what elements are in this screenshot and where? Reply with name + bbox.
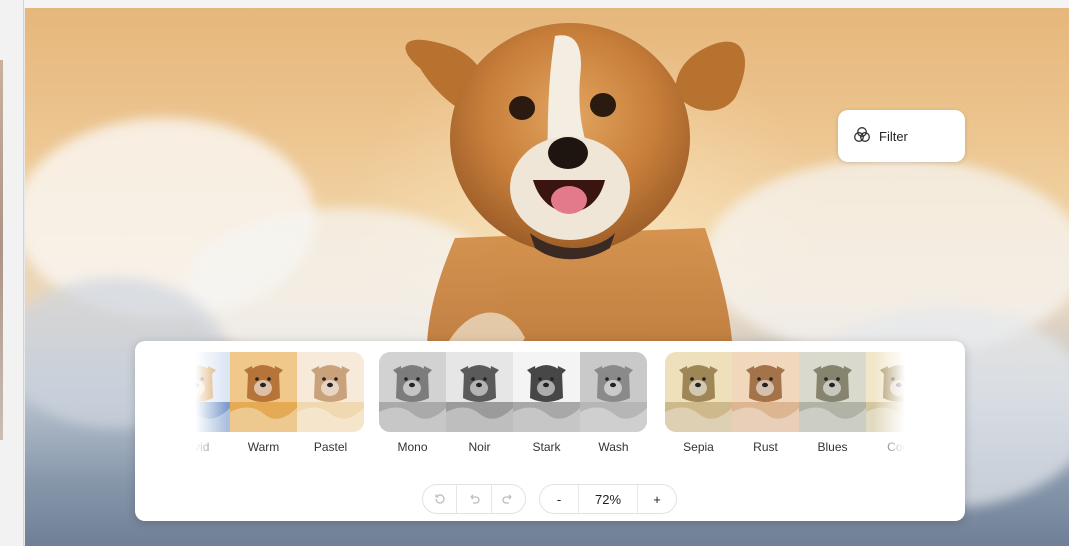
zoom-in-button[interactable]: + xyxy=(638,485,676,513)
revert-icon xyxy=(435,494,445,504)
filter-thumb-noir[interactable] xyxy=(446,352,513,432)
filter-group xyxy=(195,352,364,432)
redo-button[interactable] xyxy=(492,485,525,513)
filter-label: Noir xyxy=(468,440,491,454)
filter-label: Warm xyxy=(247,440,280,454)
filter-label: Stark xyxy=(532,440,561,454)
filter-label: Rust xyxy=(753,440,778,454)
panel-controls: - 72% + xyxy=(135,484,965,514)
redo-icon xyxy=(502,494,512,504)
left-panel-thumbnail-edge xyxy=(0,60,3,440)
filter-thumb-pastel[interactable] xyxy=(297,352,364,432)
filter-thumb-wash[interactable] xyxy=(580,352,647,432)
filter-label: Wash xyxy=(598,440,629,454)
filter-label: Mono xyxy=(397,440,428,454)
filter-label: Pastel xyxy=(313,440,348,454)
filter-group xyxy=(665,352,905,432)
filter-chip-label: Filter xyxy=(879,128,908,144)
filter-label: Blues xyxy=(817,440,848,454)
filters-panel: Vivid Warm Pastel Mono Noir Stark Wash xyxy=(135,341,965,521)
filter-thumb-rust[interactable] xyxy=(732,352,799,432)
filter-thumb-blues[interactable] xyxy=(799,352,866,432)
filter-label: Sepia xyxy=(683,440,714,454)
filter-strip[interactable]: Vivid Warm Pastel Mono Noir Stark Wash xyxy=(195,352,905,457)
zoom-out-button[interactable]: - xyxy=(540,485,578,513)
filter-thumb-mono[interactable] xyxy=(379,352,446,432)
filter-thumb-warm[interactable] xyxy=(230,352,297,432)
filter-group xyxy=(379,352,647,432)
revert-button[interactable] xyxy=(423,485,456,513)
filter-tool-chip[interactable]: Filter xyxy=(838,110,965,162)
filter-thumb-stark[interactable] xyxy=(513,352,580,432)
filter-thumb-sepia[interactable] xyxy=(665,352,732,432)
filter-circles-icon xyxy=(852,125,872,148)
history-controls xyxy=(422,484,526,514)
left-panel-edge xyxy=(0,0,24,546)
undo-icon xyxy=(470,494,480,504)
photo-canvas[interactable]: Filter Vivid Warm Pastel Mono Noir Stark Wash xyxy=(25,8,1069,546)
zoom-level: 72% xyxy=(594,491,622,507)
filter-thumb-vivid[interactable] xyxy=(195,352,230,432)
filter-thumb-cool[interactable] xyxy=(866,352,905,432)
top-bar xyxy=(24,0,1069,8)
undo-button[interactable] xyxy=(457,485,490,513)
filter-label: Vivid xyxy=(195,440,210,454)
filter-label: Cool xyxy=(887,440,905,454)
zoom-controls: - 72% + xyxy=(539,484,677,514)
